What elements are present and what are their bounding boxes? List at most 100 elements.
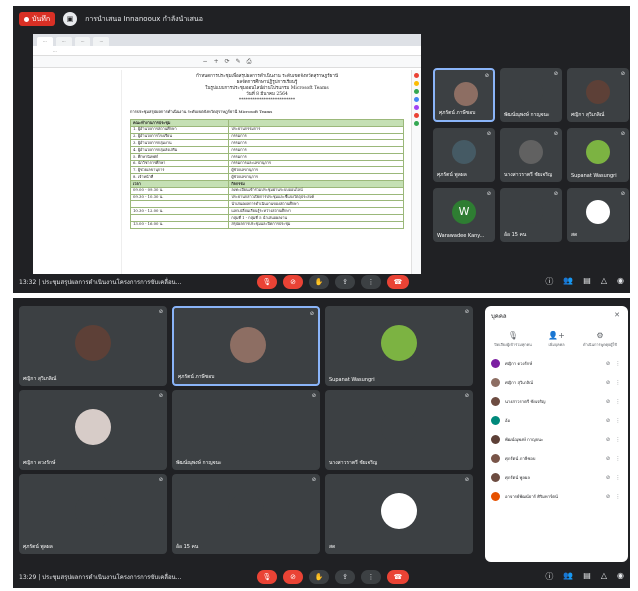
- more-vert-icon[interactable]: ⋮: [614, 399, 622, 405]
- people-list-item[interactable]: ศุภรัตน์ ภาษีชอบ ⊘ ⋮: [491, 449, 622, 468]
- more-vert-icon[interactable]: ⋮: [614, 437, 622, 443]
- doc-tab[interactable]: ...: [55, 37, 72, 46]
- mic-off-icon[interactable]: ⊘: [602, 418, 614, 424]
- mic-off-icon[interactable]: ⊘: [602, 361, 614, 367]
- mute-all-button[interactable]: 🎙 ปิดเสียงผู้เข้าร่วมทุกคน: [493, 331, 533, 348]
- camera-off-button[interactable]: ⊘: [283, 570, 303, 584]
- mic-off-icon[interactable]: ⊘: [602, 437, 614, 443]
- people-icon[interactable]: 👥: [563, 571, 573, 582]
- mic-off-icon: ⊘: [553, 131, 558, 137]
- participant-tile[interactable]: ⊘ ศุภรัตน์ พูลผล: [19, 474, 167, 554]
- participant-tile[interactable]: ⊘ อ้อ 15 คน: [172, 474, 320, 554]
- people-list-item[interactable]: พัฒน์ณุพงษ์ กาญจนะ ⊘ ⋮: [491, 430, 622, 449]
- end-call-button[interactable]: ☎: [387, 275, 409, 289]
- participant-tile[interactable]: ⊘ ศญิกา สุวิเภลิณ์: [19, 306, 167, 386]
- zoom-out-icon[interactable]: −: [203, 58, 208, 65]
- doc-table-cell: 1. ผู้อำนวยการสถานศึกษา: [129, 125, 230, 134]
- lock-icon[interactable]: ◉: [617, 276, 624, 287]
- participant-tile[interactable]: ⊘ Supanat Wasungri: [325, 306, 473, 386]
- tool-dot-icon[interactable]: [414, 97, 419, 102]
- doc-tab[interactable]: ...: [74, 37, 91, 46]
- doc-tab[interactable]: ...: [93, 37, 110, 46]
- mic-off-icon[interactable]: ⊘: [602, 475, 614, 481]
- tool-dot-icon[interactable]: [414, 121, 419, 126]
- mic-off-icon[interactable]: ⊘: [602, 399, 614, 405]
- close-icon[interactable]: ✕: [614, 311, 620, 319]
- tool-dot-icon[interactable]: [414, 81, 419, 86]
- more-vert-icon[interactable]: ⋮: [614, 475, 622, 481]
- people-list-item[interactable]: นางสาวราตรี ชัยเจริญ ⊘ ⋮: [491, 392, 622, 411]
- people-list-item[interactable]: ศญิกา สุวิเภลิณ์ ⊘ ⋮: [491, 373, 622, 392]
- participant-tile[interactable]: ⊘ สด: [325, 474, 473, 554]
- participant-tile[interactable]: ⊘ ศญิกา สุวิเภลิณ์: [567, 68, 629, 122]
- more-vert-icon[interactable]: ⋮: [614, 418, 622, 424]
- mic-off-button[interactable]: 🎙: [257, 275, 277, 289]
- tool-dot-icon[interactable]: [414, 105, 419, 110]
- participant-tile[interactable]: ⊘ ศุภรัตน์ ภาษีชอบ: [172, 306, 320, 386]
- participant-tile[interactable]: ⊘ ศญิกา ดวงรักษ์: [19, 390, 167, 470]
- people-list-item[interactable]: อาจารย์พัฒน์ธาร์ ศิริมหาร์ตน์ ⊘ ⋮: [491, 487, 622, 506]
- mic-off-button[interactable]: 🎙: [257, 570, 277, 584]
- settings-icon: ⚙: [596, 331, 604, 340]
- people-list-item[interactable]: ศุภรัตน์ พูลผล ⊘ ⋮: [491, 468, 622, 487]
- more-vert-icon[interactable]: ⋮: [614, 380, 622, 386]
- participant-tile[interactable]: ⊘ สด: [567, 188, 629, 242]
- add-people-button[interactable]: 👤+ เพิ่มบุคคล: [537, 331, 577, 348]
- participant-tile[interactable]: ⊘ นางสาวราตรี ชัยเจริญ: [325, 390, 473, 470]
- activities-icon[interactable]: △: [601, 571, 607, 582]
- present-button[interactable]: ⇪: [335, 570, 355, 584]
- zoom-in-icon[interactable]: +: [214, 58, 219, 65]
- doc-table-cell: 6. นักวิชาการศึกษา: [129, 159, 230, 168]
- more-vert-icon[interactable]: ⋮: [614, 361, 622, 367]
- participant-tile[interactable]: ⊘ นางสาวราตรี ชัยเจริญ: [500, 128, 562, 182]
- present-button[interactable]: ⇪: [335, 275, 355, 289]
- avatar: W: [451, 199, 477, 225]
- tool-dot-icon[interactable]: [414, 73, 419, 78]
- participant-tile[interactable]: W ⊘ Warawadee Kany...: [433, 188, 495, 242]
- raise-hand-button[interactable]: ✋: [309, 570, 329, 584]
- recording-badge[interactable]: บันทึก: [19, 12, 56, 26]
- end-call-button[interactable]: ☎: [387, 570, 409, 584]
- info-icon[interactable]: ⓘ: [545, 571, 553, 582]
- participant-tile[interactable]: ⊘ พัฒน์ณุพงษ์ กาญจนะ: [172, 390, 320, 470]
- mic-off-icon[interactable]: ⊘: [602, 456, 614, 462]
- more-vert-icon[interactable]: ⋮: [614, 494, 622, 500]
- people-list-item[interactable]: ศญิกา ดวงรักษ์ ⊘ ⋮: [491, 354, 622, 373]
- avatar: [228, 409, 264, 445]
- participant-tile[interactable]: ⊘ Supanat Wasungri: [567, 128, 629, 182]
- tool-dot-icon[interactable]: [414, 89, 419, 94]
- participant-tile[interactable]: ⊘ พัฒน์ณุพงษ์ กาญจนะ: [500, 68, 562, 122]
- doc-table-cell: 09.30 - 10.30 น.: [129, 193, 230, 202]
- participant-tile[interactable]: ⊘ อ้อ 15 คน: [500, 188, 562, 242]
- camera-off-button[interactable]: ⊘: [283, 275, 303, 289]
- doc-url-bar[interactable]: ...: [33, 46, 421, 56]
- mic-off-icon: 🎙: [507, 331, 519, 340]
- people-list-item[interactable]: อ้อ ⊘ ⋮: [491, 411, 622, 430]
- avatar: [453, 81, 479, 107]
- doc-table-cell: กรรมการและเลขานุการ: [228, 159, 404, 168]
- mic-off-icon: ⊘: [464, 393, 469, 399]
- participant-tile[interactable]: ⊘ ศุภรัตน์ พูลผล: [433, 128, 495, 182]
- mic-off-icon[interactable]: ⊘: [602, 380, 614, 386]
- chat-icon[interactable]: ▤: [583, 571, 591, 582]
- participant-tile[interactable]: ⊘ ศุภรัตน์ ภาษีชอบ: [433, 68, 495, 122]
- more-options-button[interactable]: ⋮: [361, 275, 381, 289]
- edit-icon[interactable]: ✎: [236, 58, 241, 65]
- info-icon[interactable]: ⓘ: [545, 276, 553, 287]
- mic-off-icon[interactable]: ⊘: [602, 494, 614, 500]
- more-vert-icon[interactable]: ⋮: [614, 456, 622, 462]
- tool-dot-icon[interactable]: [414, 113, 419, 118]
- chat-icon[interactable]: ▤: [583, 276, 591, 287]
- raise-hand-button[interactable]: ✋: [309, 275, 329, 289]
- more-options-button[interactable]: ⋮: [361, 570, 381, 584]
- print-icon[interactable]: ⎙: [247, 58, 252, 66]
- participant-name: สด: [571, 232, 578, 238]
- avatar: [491, 359, 500, 368]
- rotate-icon[interactable]: ⟳: [225, 58, 230, 65]
- people-icon[interactable]: 👥: [563, 276, 573, 287]
- host-controls-button[interactable]: ⚙ ดำเนินการพูดคุยผู้ใช้: [580, 331, 620, 348]
- doc-tab[interactable]: ...: [37, 37, 53, 46]
- bottom-bar: 13:32 | ประชุมสรุปผลการดำเนินงานโครงการก…: [13, 271, 630, 293]
- lock-icon[interactable]: ◉: [617, 571, 624, 582]
- activities-icon[interactable]: △: [601, 276, 607, 287]
